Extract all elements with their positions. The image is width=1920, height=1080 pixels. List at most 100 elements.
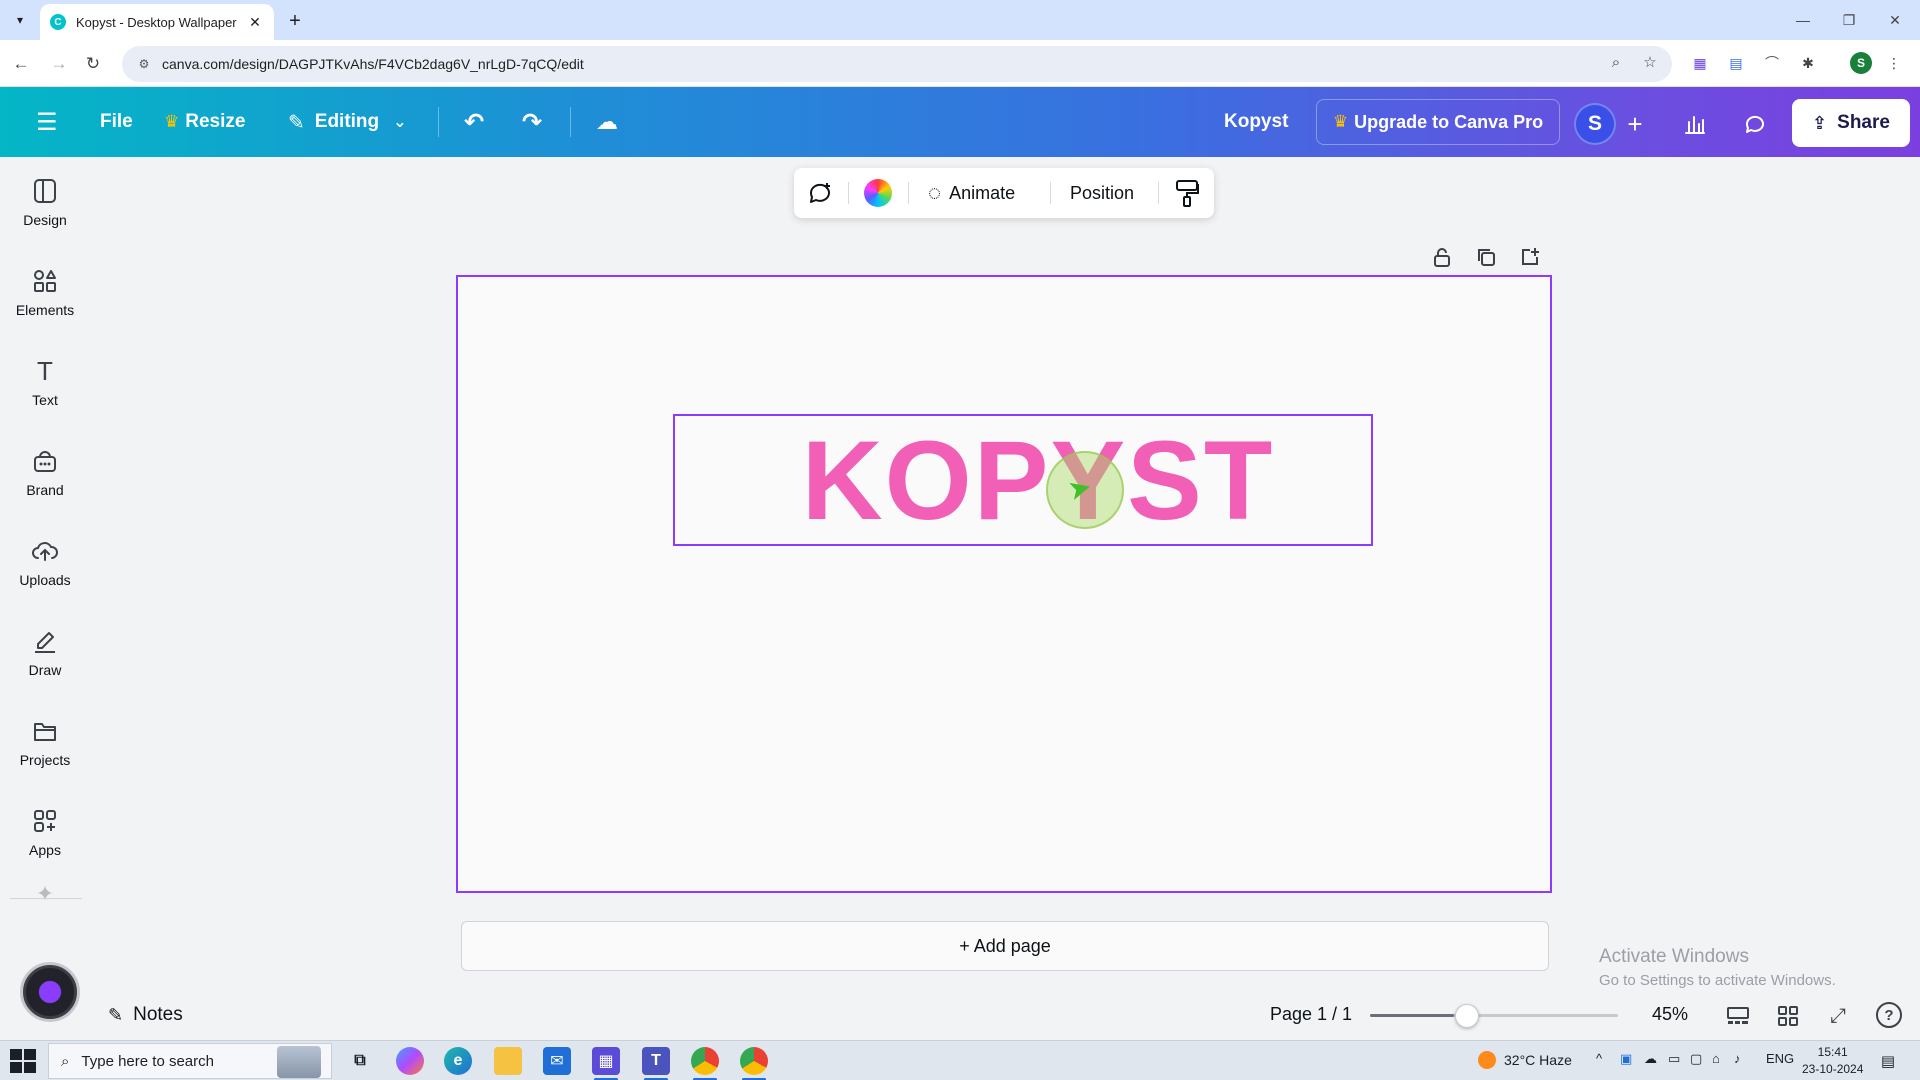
zoom-level[interactable]: 45%: [1652, 1004, 1688, 1025]
add-page-button[interactable]: + Add page: [461, 921, 1549, 971]
page-view-icon[interactable]: [1724, 1002, 1752, 1030]
main-menu-icon[interactable]: ☰: [28, 102, 66, 142]
restore-icon[interactable]: ❐: [1826, 6, 1872, 34]
extensions-puzzle-icon[interactable]: ✱: [1796, 51, 1820, 75]
tray-chevron-icon[interactable]: ^: [1596, 1051, 1602, 1066]
volume-icon[interactable]: ♪: [1734, 1051, 1741, 1066]
tab-search-icon[interactable]: ▾: [8, 8, 32, 32]
header-divider: [438, 107, 439, 137]
extension-canva-icon[interactable]: ▦: [1688, 51, 1712, 75]
undo-icon[interactable]: ↶: [456, 102, 492, 142]
fullscreen-icon[interactable]: ⤢: [1824, 1002, 1852, 1030]
upgrade-pro-button[interactable]: ♛ Upgrade to Canva Pro: [1316, 99, 1560, 145]
windows-start-icon[interactable]: [10, 1049, 36, 1073]
browser-tab[interactable]: C Kopyst - Desktop Wallpaper - C ✕: [40, 4, 274, 40]
copy-style-icon[interactable]: [1174, 177, 1200, 209]
tab-close-icon[interactable]: ✕: [246, 14, 264, 31]
cloud-saved-icon[interactable]: ☁: [588, 102, 626, 142]
tray-monitor-icon[interactable]: ▭: [1668, 1051, 1680, 1067]
tray-app-icon[interactable]: ▣: [1620, 1051, 1632, 1067]
share-button[interactable]: ⇪ Share: [1792, 99, 1910, 147]
selected-text-box[interactable]: KOPYST: [673, 414, 1373, 546]
back-icon[interactable]: ←: [8, 51, 34, 77]
canva-assistant-button[interactable]: [20, 962, 80, 1022]
sidebar-item-design[interactable]: Design: [0, 162, 90, 242]
text-color-button[interactable]: [864, 177, 892, 209]
position-button[interactable]: Position: [1070, 177, 1134, 209]
sidebar-item-apps[interactable]: Apps: [0, 792, 90, 872]
sidebar-item-draw[interactable]: Draw: [0, 612, 90, 692]
editing-label: Editing: [314, 111, 380, 132]
extension-doc-icon[interactable]: ▤: [1724, 51, 1748, 75]
user-avatar[interactable]: S: [1574, 103, 1616, 145]
url-text: canva.com/design/DAGPJTKvAhs/F4VCb2dag6V…: [162, 56, 584, 72]
onedrive-cloud-icon[interactable]: ☁: [1644, 1051, 1657, 1067]
extension-arc-icon[interactable]: ⌒: [1760, 51, 1784, 75]
browser-menu-icon[interactable]: ⋮: [1882, 51, 1906, 75]
tray-display-icon[interactable]: ▢: [1690, 1051, 1702, 1067]
insights-chart-icon[interactable]: [1674, 103, 1716, 145]
kopyst-heading[interactable]: KOPYST: [802, 416, 1275, 545]
redo-icon[interactable]: ↷: [514, 102, 550, 142]
bookmark-star-icon[interactable]: ☆: [1636, 48, 1664, 76]
add-page-icon[interactable]: [1516, 243, 1544, 271]
toolbar-divider: [1050, 182, 1051, 204]
animate-button[interactable]: ◌ Animate: [928, 177, 1015, 209]
toolbar-divider: [1158, 182, 1159, 204]
notes-button[interactable]: ✎ Notes: [108, 1002, 183, 1028]
edge-icon[interactable]: e: [444, 1047, 472, 1075]
minimize-icon[interactable]: —: [1780, 6, 1826, 34]
zoom-slider-thumb[interactable]: [1455, 1004, 1479, 1028]
comment-icon[interactable]: [1734, 103, 1776, 145]
resize-label: Resize: [185, 111, 246, 132]
help-icon[interactable]: ?: [1876, 1002, 1902, 1028]
task-view-icon[interactable]: ⧉: [346, 1047, 374, 1075]
reload-icon[interactable]: ↻: [80, 51, 106, 77]
weather-widget[interactable]: 32°C Haze: [1478, 1051, 1572, 1069]
file-menu-button[interactable]: File: [92, 102, 141, 142]
site-info-icon[interactable]: ⚙: [136, 56, 152, 72]
duplicate-page-icon[interactable]: [1472, 243, 1500, 271]
app-icon[interactable]: ▦: [592, 1047, 620, 1080]
sidebar-item-elements[interactable]: Elements: [0, 252, 90, 332]
network-icon[interactable]: ⌂: [1712, 1051, 1720, 1066]
teams-icon[interactable]: T: [642, 1047, 670, 1080]
taskbar-search[interactable]: ⌕ Type here to search: [48, 1043, 332, 1079]
add-comment-icon[interactable]: [806, 177, 834, 209]
mail-icon[interactable]: ✉: [543, 1047, 571, 1075]
forward-icon[interactable]: →: [46, 51, 72, 77]
zoom-slider[interactable]: [1370, 1014, 1618, 1017]
sidebar-item-label: Text: [32, 392, 58, 408]
animate-label: Animate: [949, 182, 1016, 203]
new-tab-icon[interactable]: +: [282, 8, 308, 34]
share-label: Share: [1837, 112, 1890, 133]
resize-button[interactable]: ♛ Resize: [156, 102, 253, 142]
chrome-profile-icon[interactable]: [740, 1047, 768, 1080]
sidebar-item-text[interactable]: T Text: [0, 342, 90, 422]
editing-mode-button[interactable]: ✎ Editing ⌄: [280, 102, 415, 142]
notification-center-icon[interactable]: ▤: [1876, 1049, 1900, 1073]
copilot-icon[interactable]: [396, 1047, 424, 1075]
address-bar[interactable]: ⚙ canva.com/design/DAGPJTKvAhs/F4VCb2dag…: [122, 46, 1672, 82]
profile-avatar[interactable]: S: [1850, 52, 1872, 74]
sidebar-item-uploads[interactable]: Uploads: [0, 522, 90, 602]
document-title[interactable]: Kopyst: [1216, 102, 1296, 142]
lock-page-icon[interactable]: [1428, 243, 1456, 271]
zoom-icon[interactable]: ⌕: [1602, 48, 1630, 76]
add-collaborator-icon[interactable]: +: [1614, 103, 1656, 145]
sidebar-item-brand[interactable]: Brand: [0, 432, 90, 512]
sidebar-item-more[interactable]: ✦: [0, 881, 90, 912]
weather-text: 32°C Haze: [1504, 1052, 1572, 1068]
browser-toolbar: ← → ↻ ⚙ canva.com/design/DAGPJTKvAhs/F4V…: [0, 40, 1920, 87]
input-language[interactable]: ENG: [1766, 1051, 1794, 1066]
grid-view-icon[interactable]: [1774, 1002, 1802, 1030]
design-canvas[interactable]: [456, 275, 1552, 893]
page-indicator[interactable]: Page 1 / 1: [1270, 1004, 1352, 1025]
system-clock[interactable]: 15:41 23-10-2024: [1802, 1044, 1863, 1078]
sidebar-item-label: Design: [23, 212, 67, 228]
window-close-icon[interactable]: ✕: [1872, 6, 1918, 34]
sidebar-item-projects[interactable]: Projects: [0, 702, 90, 782]
file-explorer-icon[interactable]: [494, 1047, 522, 1075]
chrome-icon[interactable]: [691, 1047, 719, 1080]
search-icon: ⌕: [61, 1052, 70, 1070]
